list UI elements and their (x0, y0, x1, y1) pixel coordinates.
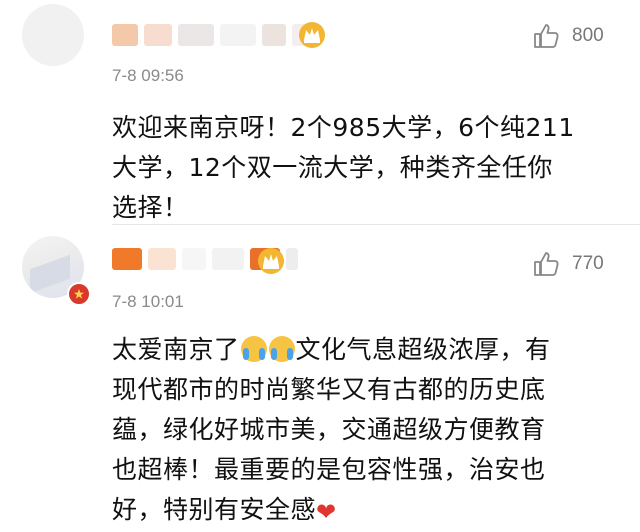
crown-badge-icon (258, 248, 284, 274)
comment-line: 现代都市的时尚繁华又有古都的历史底 (112, 375, 546, 404)
comment-text: 欢迎来南京呀！2个985大学，6个纯211 大学，12个双一流大学，种类齐全任你… (112, 108, 612, 228)
divider (112, 224, 640, 225)
comment-item: 7-8 09:56 800 欢迎来南京呀！2个985大学，6个纯211 大学，1… (0, 0, 640, 224)
like-button[interactable]: 800 (532, 22, 604, 50)
like-button[interactable]: 770 (532, 250, 604, 278)
username-blurred[interactable] (112, 22, 320, 48)
user-badge (67, 282, 91, 306)
comment-segment: 文化气息超级浓厚，有 (295, 335, 551, 364)
star-icon (74, 289, 84, 299)
thumbs-up-icon (534, 252, 559, 276)
comment-line: 选择！ (112, 193, 189, 222)
comment-line: 也超棒！最重要的是包容性强，治安也 (112, 455, 546, 484)
thumbs-up-icon (534, 24, 559, 48)
crown-badge-icon (299, 22, 325, 48)
comment-line: 好，特别有安全感❤ (112, 490, 612, 532)
comment-text: 太爱南京了 文化气息超级浓厚，有 现代都市的时尚繁华又有古都的历史底 蕴，绿化好城… (112, 330, 612, 532)
like-count: 800 (572, 25, 604, 46)
avatar[interactable] (22, 4, 84, 66)
loudly-crying-face-icon (240, 336, 267, 362)
comment-line: 欢迎来南京呀！2个985大学，6个纯211 (112, 113, 575, 142)
comment-line: 蕴，绿化好城市美，交通超级方便教育 (112, 415, 546, 444)
comment-time: 7-8 10:01 (112, 292, 184, 311)
comment-segment: 太爱南京了 (112, 335, 240, 364)
comment-line: 大学，12个双一流大学，种类齐全任你 (112, 153, 553, 182)
like-count: 770 (572, 253, 604, 274)
red-heart-icon: ❤ (316, 498, 337, 526)
comment-line: 太爱南京了 文化气息超级浓厚，有 (112, 330, 612, 370)
comment-segment: 好，特别有安全感 (112, 495, 317, 524)
comment-time: 7-8 09:56 (112, 66, 184, 85)
loudly-crying-face-icon (268, 336, 295, 362)
